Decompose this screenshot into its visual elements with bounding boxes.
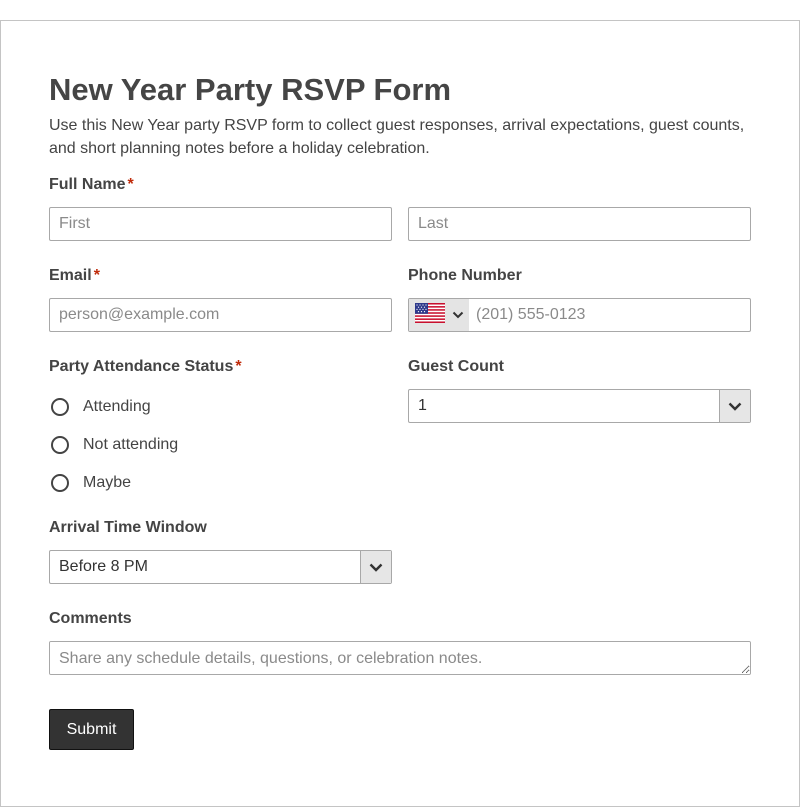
form-title: New Year Party RSVP Form <box>49 72 452 107</box>
email-input[interactable] <box>49 298 392 332</box>
country-code-selector[interactable] <box>409 299 469 331</box>
radio-label: Attending <box>83 398 151 415</box>
attendance-label: Party Attendance Status * <box>49 358 242 376</box>
radio-button[interactable] <box>51 436 69 454</box>
chevron-down-icon <box>452 311 464 319</box>
phone-label: Phone Number <box>408 267 522 284</box>
arrival-label: Arrival Time Window <box>49 519 207 536</box>
arrival-time-select[interactable]: Before 8 PM <box>49 550 392 584</box>
guest-count-select[interactable]: 1 <box>408 389 751 423</box>
chevron-down-icon <box>719 390 750 422</box>
email-label: Email * <box>49 267 100 285</box>
last-name-input[interactable] <box>408 207 751 241</box>
required-marker: * <box>127 176 134 193</box>
submit-button[interactable]: Submit <box>49 709 134 750</box>
attendance-option-maybe[interactable]: Maybe <box>49 474 131 492</box>
radio-button[interactable] <box>51 474 69 492</box>
required-marker: * <box>93 267 100 284</box>
radio-label: Maybe <box>83 474 132 491</box>
first-name-input[interactable] <box>49 207 392 241</box>
attendance-label-text: Party Attendance Status <box>49 358 234 375</box>
comments-label: Comments <box>49 610 132 627</box>
chevron-down-icon <box>360 551 391 583</box>
attendance-option-attending[interactable]: Attending <box>49 398 151 416</box>
arrival-time-value: Before 8 PM <box>59 558 148 575</box>
attendance-option-not-attending[interactable]: Not attending <box>49 436 178 454</box>
guest-count-value: 1 <box>418 397 427 414</box>
phone-input[interactable] <box>469 300 750 330</box>
full-name-label: Full Name * <box>49 176 134 194</box>
radio-button[interactable] <box>51 398 69 416</box>
us-flag-icon <box>415 302 445 328</box>
comments-textarea[interactable] <box>49 641 751 675</box>
radio-label: Not attending <box>83 436 179 453</box>
full-name-label-text: Full Name <box>49 176 126 193</box>
phone-field <box>408 298 751 332</box>
required-marker: * <box>235 358 242 375</box>
email-label-text: Email <box>49 267 92 284</box>
form-description: Use this New Year party RSVP form to col… <box>49 117 745 157</box>
guest-count-label: Guest Count <box>408 358 504 375</box>
